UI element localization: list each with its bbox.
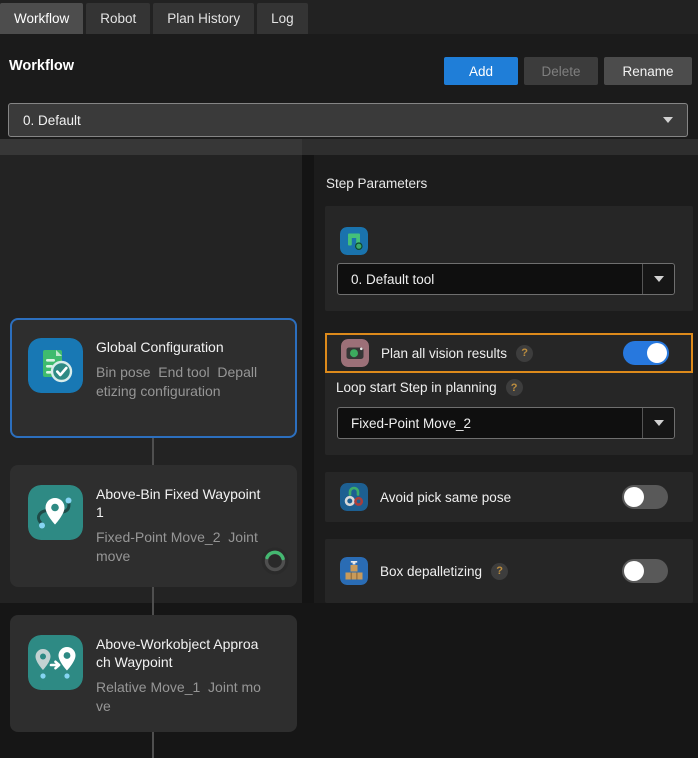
plan-all-vision-results-row[interactable]: Plan all vision results ?: [325, 333, 693, 373]
toggle-knob: [624, 561, 644, 581]
toggle-knob: [624, 487, 644, 507]
avoid-pick-same-pose-row[interactable]: Avoid pick same pose: [325, 472, 693, 522]
vision-planning-section: Plan all vision results ? Loop start Ste…: [325, 333, 693, 455]
mech-viz-workflow-panel: Workflow Robot Plan History Log Workflow…: [0, 0, 698, 603]
running-spinner-icon: [260, 546, 290, 576]
vision-camera-icon: [341, 339, 369, 367]
chevron-down-icon: [654, 276, 664, 282]
step-card-text: Above-Workobject Approach Waypoint Relat…: [96, 635, 264, 732]
workflow-select[interactable]: 0. Default: [8, 103, 688, 137]
plan-all-vision-results-toggle[interactable]: [623, 341, 669, 365]
tab-workflow[interactable]: Workflow: [0, 3, 83, 34]
step-tags: Relative Move_1 Joint move: [96, 678, 264, 715]
loop-start-label: Loop start Step in planning: [336, 380, 497, 395]
step-card-global-configuration[interactable]: Global Configuration Bin pose End tool D…: [10, 318, 297, 438]
box-depalletizing-toggle[interactable]: [622, 559, 668, 583]
step-card-above-bin-fixed-waypoint[interactable]: Above-Bin Fixed Waypoint 1 Fixed-Point M…: [10, 465, 297, 587]
chevron-down-icon: [663, 117, 673, 123]
relative-move-icon: [28, 635, 83, 690]
step-card-text: Above-Bin Fixed Waypoint 1 Fixed-Point M…: [96, 485, 264, 587]
box-depalletizing-row[interactable]: Box depalletizing ?: [325, 549, 693, 593]
loop-start-select[interactable]: Fixed-Point Move_2: [337, 407, 675, 439]
help-icon[interactable]: ?: [506, 379, 523, 396]
toggle-knob: [647, 343, 667, 363]
top-tab-bar: Workflow Robot Plan History Log: [0, 0, 698, 34]
loop-start-label-row: Loop start Step in planning ?: [336, 379, 523, 396]
end-tool-section: 0. Default tool: [325, 206, 693, 311]
step-card-text: Global Configuration Bin pose End tool D…: [96, 338, 264, 436]
workflow-select-value: 0. Default: [23, 113, 81, 128]
help-icon[interactable]: ?: [491, 563, 508, 580]
end-tool-icon: [340, 227, 368, 255]
tab-log[interactable]: Log: [257, 3, 308, 34]
delete-button[interactable]: Delete: [524, 57, 598, 85]
avoid-pick-same-pose-toggle[interactable]: [622, 485, 668, 509]
step-parameters-title: Step Parameters: [326, 176, 427, 191]
global-configuration-icon: [28, 338, 83, 393]
step-list-panel: Global Configuration Bin pose End tool D…: [0, 155, 302, 603]
step-title: Above-Bin Fixed Waypoint 1: [96, 485, 264, 521]
select-arrow-zone[interactable]: [642, 408, 674, 438]
tab-robot[interactable]: Robot: [86, 3, 150, 34]
select-arrow-zone[interactable]: [642, 264, 674, 294]
left-panel-top-band: [0, 139, 302, 155]
avoid-pick-section: Avoid pick same pose: [325, 472, 693, 522]
box-depalletizing-section: Box depalletizing ?: [325, 539, 693, 603]
box-depalletizing-icon: [340, 557, 368, 585]
step-title: Above-Workobject Approach Waypoint: [96, 635, 264, 671]
end-tool-select-value: 0. Default tool: [351, 272, 434, 287]
box-depalletizing-label: Box depalletizing: [380, 564, 482, 579]
step-card-above-workobject-approach-waypoint[interactable]: Above-Workobject Approach Waypoint Relat…: [10, 615, 297, 732]
help-icon[interactable]: ?: [516, 345, 533, 362]
panel-divider: [302, 155, 314, 603]
avoid-pick-icon: [340, 483, 368, 511]
loop-start-select-value: Fixed-Point Move_2: [351, 416, 471, 431]
workflow-section-title: Workflow: [9, 58, 74, 74]
add-button[interactable]: Add: [444, 57, 518, 85]
end-tool-select[interactable]: 0. Default tool: [337, 263, 675, 295]
rename-button[interactable]: Rename: [604, 57, 692, 85]
step-tags: Bin pose End tool Depalletizing configur…: [96, 363, 264, 400]
step-parameters-panel: Step Parameters 0. Default tool: [314, 155, 698, 603]
avoid-pick-same-pose-label: Avoid pick same pose: [380, 490, 511, 505]
step-tags: Fixed-Point Move_2 Joint move: [96, 528, 264, 565]
right-panel-top-band: [302, 139, 698, 155]
step-title: Global Configuration: [96, 338, 264, 356]
chevron-down-icon: [654, 420, 664, 426]
tab-plan-history[interactable]: Plan History: [153, 3, 254, 34]
fixed-point-move-icon: [28, 485, 83, 540]
plan-all-vision-results-label: Plan all vision results: [381, 346, 507, 361]
